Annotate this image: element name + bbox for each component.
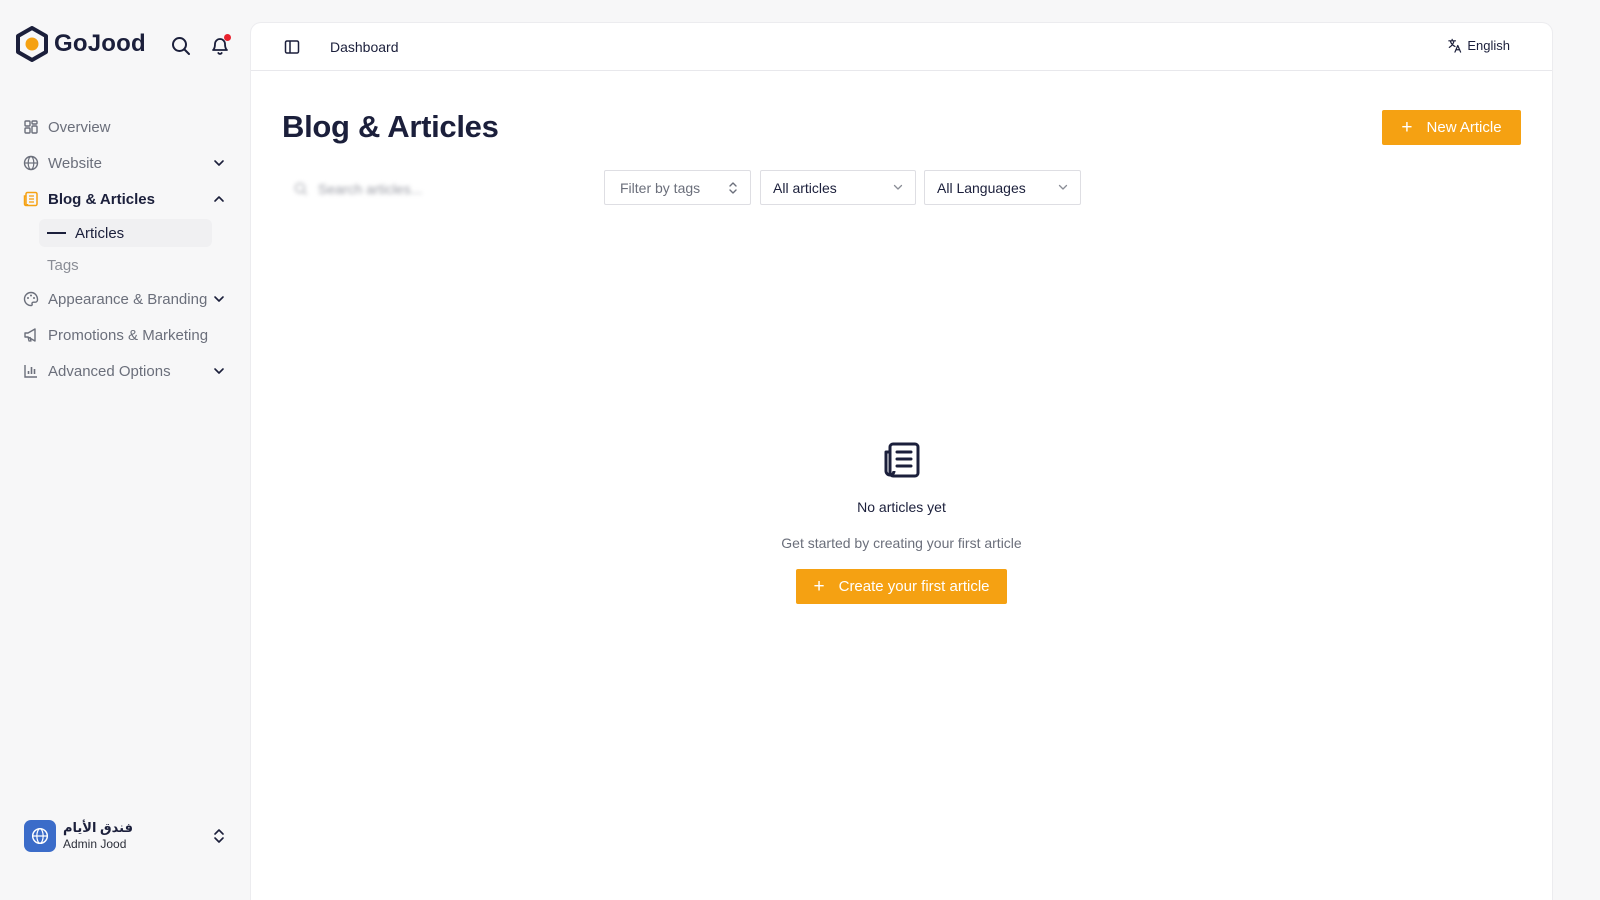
brand-logo-icon bbox=[16, 26, 48, 62]
create-first-article-button[interactable]: + Create your first article bbox=[796, 569, 1007, 604]
bar-chart-icon bbox=[22, 362, 40, 380]
sidebar-nav: Overview Website Blog & Articles Article… bbox=[22, 109, 234, 389]
brand-name: GoJood bbox=[54, 30, 146, 57]
plus-icon: + bbox=[1401, 116, 1413, 138]
palette-icon bbox=[22, 290, 40, 308]
account-role: Admin Jood bbox=[63, 837, 127, 851]
chevron-down-icon bbox=[893, 184, 903, 190]
sidebar-item-website[interactable]: Website bbox=[22, 145, 234, 181]
chevron-down-icon[interactable] bbox=[212, 292, 226, 306]
sidebar-item-blog-articles[interactable]: Blog & Articles bbox=[22, 181, 234, 217]
language-switcher[interactable]: English bbox=[1447, 38, 1510, 53]
newspaper-icon bbox=[884, 442, 919, 478]
new-article-label: New Article bbox=[1426, 119, 1502, 136]
create-first-article-label: Create your first article bbox=[838, 578, 990, 595]
active-indicator bbox=[47, 232, 66, 234]
brand[interactable]: GoJood bbox=[14, 26, 146, 62]
notification-dot bbox=[224, 34, 231, 41]
newspaper-icon bbox=[22, 190, 40, 208]
sidebar-subitem-label: Tags bbox=[47, 256, 79, 274]
chevrons-up-down-icon bbox=[729, 182, 737, 194]
main-panel: Dashboard English Blog & Articles + New … bbox=[251, 23, 1552, 900]
language-filter-select[interactable]: All Languages bbox=[924, 170, 1081, 205]
account-switcher[interactable]: فندق الأيام Admin Jood bbox=[24, 818, 232, 854]
language-label: English bbox=[1467, 38, 1510, 53]
plus-icon: + bbox=[813, 575, 825, 597]
chevron-down-icon[interactable] bbox=[212, 364, 226, 378]
search-icon[interactable] bbox=[170, 35, 192, 57]
sidebar-item-label: Blog & Articles bbox=[48, 190, 155, 208]
megaphone-icon bbox=[22, 326, 40, 344]
status-filter-value: All articles bbox=[773, 179, 837, 196]
breadcrumb[interactable]: Dashboard bbox=[330, 39, 399, 55]
search-input[interactable] bbox=[318, 180, 518, 197]
sidebar-subitem-articles[interactable]: Articles bbox=[39, 219, 212, 247]
topbar: Dashboard English bbox=[251, 23, 1552, 71]
globe-icon bbox=[31, 827, 49, 845]
grid-icon bbox=[22, 118, 40, 136]
language-filter-value: All Languages bbox=[937, 179, 1026, 196]
sidebar-item-overview[interactable]: Overview bbox=[22, 109, 234, 145]
tags-filter-label: Filter by tags bbox=[620, 179, 701, 196]
translate-icon bbox=[1448, 38, 1462, 53]
tags-filter-select[interactable]: Filter by tags bbox=[604, 170, 751, 205]
page-title: Blog & Articles bbox=[282, 109, 499, 144]
status-filter-select[interactable]: All articles bbox=[760, 170, 916, 205]
account-name: فندق الأيام bbox=[63, 820, 133, 835]
sidebar-toggle-icon[interactable] bbox=[284, 39, 300, 55]
empty-state: No articles yet Get started by creating … bbox=[251, 440, 1552, 551]
sidebar-item-label: Promotions & Marketing bbox=[48, 326, 209, 344]
sidebar-item-appearance-branding[interactable]: Appearance & Branding bbox=[22, 281, 234, 317]
sidebar-item-label: Advanced Options bbox=[48, 362, 171, 380]
empty-state-title: No articles yet bbox=[857, 499, 946, 515]
search-box[interactable] bbox=[282, 171, 596, 206]
sidebar-subitem-tags[interactable]: Tags bbox=[22, 249, 234, 281]
new-article-button[interactable]: + New Article bbox=[1382, 110, 1521, 145]
sidebar-item-label: Appearance & Branding bbox=[48, 290, 208, 308]
sidebar-item-label: Overview bbox=[48, 118, 111, 136]
sidebar-item-promotions-marketing[interactable]: Promotions & Marketing bbox=[22, 317, 234, 353]
sidebar-item-label: Website bbox=[48, 154, 102, 172]
globe-icon bbox=[22, 154, 40, 172]
sidebar-item-advanced-options[interactable]: Advanced Options bbox=[22, 353, 234, 389]
avatar bbox=[24, 820, 56, 852]
sidebar-subitem-label: Articles bbox=[75, 224, 125, 242]
chevrons-up-down-icon[interactable] bbox=[212, 827, 226, 845]
bell-icon[interactable] bbox=[209, 34, 231, 57]
search-icon bbox=[294, 182, 308, 195]
chevron-up-icon[interactable] bbox=[212, 192, 226, 206]
chevron-down-icon[interactable] bbox=[212, 156, 226, 170]
sidebar: GoJood Overview Website Blog & Articles bbox=[0, 0, 251, 900]
chevron-down-icon bbox=[1058, 184, 1068, 190]
empty-state-subtitle: Get started by creating your first artic… bbox=[781, 535, 1022, 551]
